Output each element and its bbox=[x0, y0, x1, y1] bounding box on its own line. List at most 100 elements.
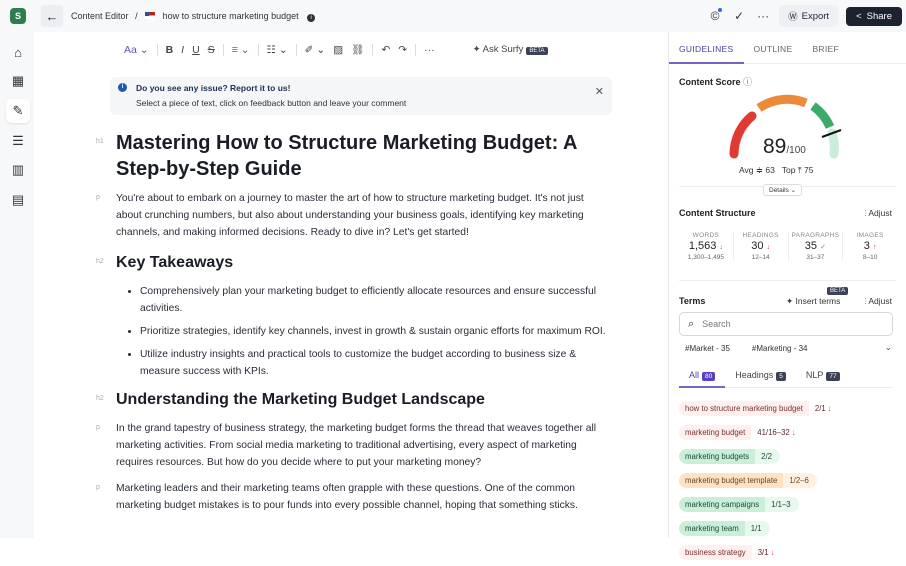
tab-brief[interactable]: BRIEF bbox=[802, 32, 849, 63]
sparkle-icon: ✦ bbox=[786, 296, 794, 306]
structure-stats: WORDS 1,563 ↓ 1,300–1,495 HEADINGS 30 ↓ 12–1… bbox=[679, 232, 897, 261]
term-count: 1/1–3 bbox=[765, 497, 799, 512]
topic-tag[interactable]: #Marketing - 34 bbox=[752, 344, 808, 353]
term-name: how to structure marketing budget bbox=[679, 401, 809, 416]
share-button[interactable]: < Share bbox=[846, 6, 902, 26]
sparkle-icon: ✦ bbox=[472, 44, 481, 55]
bold-button[interactable]: B bbox=[166, 44, 174, 56]
list-item[interactable]: Prioritize strategies, identify key chan… bbox=[140, 323, 606, 340]
term-count: 2/1 ↓ bbox=[808, 401, 838, 416]
heading-1[interactable]: Mastering How to Structure Marketing Bud… bbox=[116, 130, 606, 182]
structure-adjust-button[interactable]: ⫶ Adjust bbox=[864, 208, 892, 219]
term-name: marketing budgets bbox=[679, 449, 756, 464]
terms-tab-all[interactable]: All 80 bbox=[679, 366, 726, 388]
export-button[interactable]: Ⓦ Export bbox=[779, 5, 839, 27]
topic-tags: #Market - 35 #Marketing - 34 bbox=[685, 344, 808, 353]
term-chip[interactable]: marketing budget template 1/2–6 bbox=[679, 473, 818, 488]
text-style-dropdown[interactable]: Aa ⌄ bbox=[124, 44, 149, 56]
tab-outline[interactable]: OUTLINE bbox=[744, 32, 803, 63]
home-icon[interactable]: ⌂ bbox=[6, 40, 30, 64]
share-icon: < bbox=[856, 10, 862, 22]
block-tag: p bbox=[96, 424, 100, 431]
details-button[interactable]: Details ⌄ bbox=[763, 184, 803, 196]
terms-adjust-button[interactable]: ⫶ Adjust bbox=[864, 296, 892, 307]
term-count: 2/2 bbox=[755, 449, 781, 464]
format-toolbar: Aa ⌄ B I U S ≡ ⌄ ☷ ⌄ ✐ ⌄ ▨ ⛓ ↶ ↷ ··· ✦ A… bbox=[124, 43, 548, 56]
score-benchmarks: Avg ≑ 63 Top ⤒ 75 bbox=[739, 165, 814, 175]
info-icon[interactable]: i bbox=[307, 13, 316, 22]
term-chip[interactable]: business strategy 3/1 ↓ bbox=[679, 545, 781, 560]
feedback-notice: i Do you see any issue? Report it to us!… bbox=[110, 77, 612, 115]
beta-badge: BETA bbox=[827, 287, 849, 295]
document-title: how to structure marketing budget bbox=[162, 10, 299, 21]
list-item[interactable]: Comprehensively plan your marketing budg… bbox=[140, 283, 606, 317]
heading-2[interactable]: Understanding the Marketing Budget Lands… bbox=[116, 390, 606, 410]
block-tag: h2 bbox=[96, 395, 104, 402]
content-score-title: Content Score ⓘ bbox=[679, 77, 753, 87]
chevron-down-icon[interactable]: ⌄ bbox=[884, 342, 892, 353]
term-chip[interactable]: marketing campaigns 1/1–3 bbox=[679, 497, 799, 512]
notice-title: Do you see any issue? Report it to us! bbox=[136, 83, 291, 93]
term-name: marketing budget template bbox=[679, 473, 784, 488]
guidelines-panel: GUIDELINES OUTLINE BRIEF Content Score ⓘ… bbox=[668, 32, 906, 560]
term-count: 1/1 bbox=[744, 521, 770, 536]
workspace-logo[interactable]: S bbox=[10, 8, 26, 24]
block-tag: h2 bbox=[96, 258, 104, 265]
export-label: Export bbox=[801, 10, 830, 22]
paragraph[interactable]: In the grand tapestry of business strate… bbox=[116, 420, 606, 471]
list-item[interactable]: Utilize industry insights and practical … bbox=[140, 346, 606, 380]
strikethrough-button[interactable]: S bbox=[208, 44, 215, 56]
terms-tab-nlp[interactable]: NLP 77 bbox=[796, 366, 850, 387]
sliders-icon: ⫶ bbox=[864, 208, 867, 218]
paragraph[interactable]: You're about to embark on a journey to m… bbox=[116, 190, 606, 241]
ask-surfy-button[interactable]: ✦ Ask Surfy BETA bbox=[473, 44, 548, 55]
redo-icon[interactable]: ↷ bbox=[398, 44, 407, 56]
terms-title: Terms bbox=[679, 296, 706, 306]
term-count: 3/1 ↓ bbox=[751, 545, 781, 560]
back-button[interactable]: ← bbox=[41, 5, 63, 27]
term-chip[interactable]: how to structure marketing budget 2/1 ↓ bbox=[679, 401, 838, 416]
image-icon[interactable]: ▨ bbox=[333, 44, 343, 56]
tab-guidelines[interactable]: GUIDELINES bbox=[669, 32, 744, 64]
heading-2[interactable]: Key Takeaways bbox=[116, 253, 606, 273]
share-label: Share bbox=[866, 10, 892, 22]
content-editor-icon[interactable]: ✎ bbox=[6, 99, 30, 123]
check-circle-icon[interactable]: ✓ bbox=[731, 9, 747, 23]
term-chip[interactable]: marketing budget 41/16–32 ↓ bbox=[679, 425, 802, 440]
chart-icon[interactable]: ▥ bbox=[6, 158, 30, 182]
underline-button[interactable]: U bbox=[192, 44, 200, 56]
breadcrumb-separator: / bbox=[135, 10, 138, 21]
stat-words: WORDS 1,563 ↓ 1,300–1,495 bbox=[679, 232, 734, 261]
topic-tag[interactable]: #Market - 35 bbox=[685, 344, 730, 353]
terms-list: how to structure marketing budget 2/1 ↓ ma… bbox=[679, 398, 899, 566]
list-icon[interactable]: ☰ bbox=[6, 129, 30, 153]
close-icon[interactable]: ✕ bbox=[595, 85, 604, 98]
more-icon[interactable]: ··· bbox=[755, 9, 771, 23]
terms-tabs: All 80 Headings 5 NLP 77 bbox=[679, 366, 893, 388]
align-dropdown[interactable]: ≡ ⌄ bbox=[232, 44, 250, 56]
terms-search-input[interactable]: ⌕ Search bbox=[679, 312, 893, 336]
terms-tab-headings[interactable]: Headings 5 bbox=[725, 366, 796, 387]
breadcrumb: Content Editor / how to structure market… bbox=[71, 10, 316, 22]
block-tag: p bbox=[96, 484, 100, 491]
undo-icon[interactable]: ↶ bbox=[381, 44, 390, 56]
apps-grid-icon[interactable]: ▦ bbox=[6, 69, 30, 93]
term-chip[interactable]: marketing budgets 2/2 bbox=[679, 449, 781, 464]
document-icon[interactable]: ▤ bbox=[6, 188, 30, 212]
document-body[interactable]: h1 Mastering How to Structure Marketing B… bbox=[96, 130, 606, 514]
list-dropdown[interactable]: ☷ ⌄ bbox=[267, 44, 288, 56]
content-score-value: 89/100 bbox=[763, 135, 806, 158]
italic-button[interactable]: I bbox=[181, 44, 184, 56]
paragraph[interactable]: Marketing leaders and their marketing te… bbox=[116, 480, 606, 514]
info-icon: ⓘ bbox=[743, 77, 753, 87]
more-options-button[interactable]: ··· bbox=[424, 44, 435, 56]
highlight-dropdown[interactable]: ✐ ⌄ bbox=[305, 44, 326, 56]
term-count: 1/2–6 bbox=[783, 473, 818, 488]
copyright-icon[interactable]: © bbox=[707, 8, 723, 23]
link-icon[interactable]: ⛓ bbox=[351, 43, 364, 56]
term-chip[interactable]: marketing team 1/1 bbox=[679, 521, 770, 536]
bullet-list: Comprehensively plan your marketing budg… bbox=[140, 283, 606, 380]
breadcrumb-root[interactable]: Content Editor bbox=[71, 11, 129, 21]
term-name: marketing campaigns bbox=[679, 497, 766, 512]
insert-terms-button[interactable]: ✦ Insert terms bbox=[786, 296, 840, 307]
